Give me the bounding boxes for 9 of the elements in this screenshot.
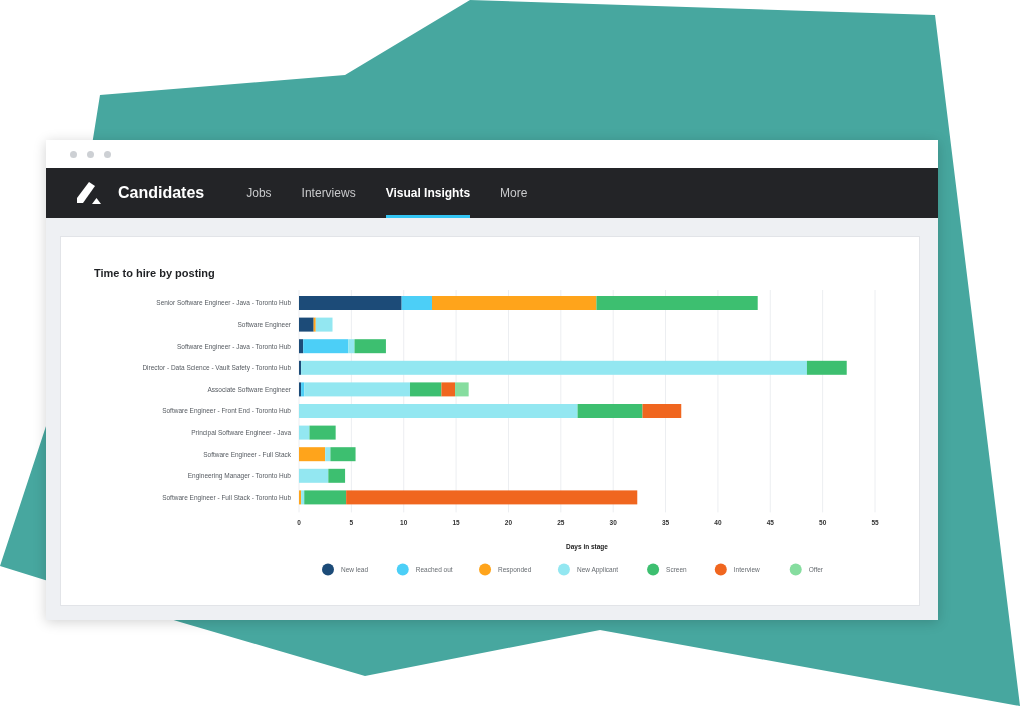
window-control-icon[interactable] [70,150,77,158]
nav-tab[interactable]: More [500,168,528,218]
app-title: Candidates [118,183,205,203]
chart-title: Time to hire by posting [94,266,215,280]
nav-tab[interactable]: Interviews [301,168,356,218]
pencil-logo-icon [76,181,102,205]
window-control-icon[interactable] [104,150,111,158]
nav-tab[interactable]: Jobs [246,168,272,218]
window-control-icon[interactable] [87,150,94,158]
